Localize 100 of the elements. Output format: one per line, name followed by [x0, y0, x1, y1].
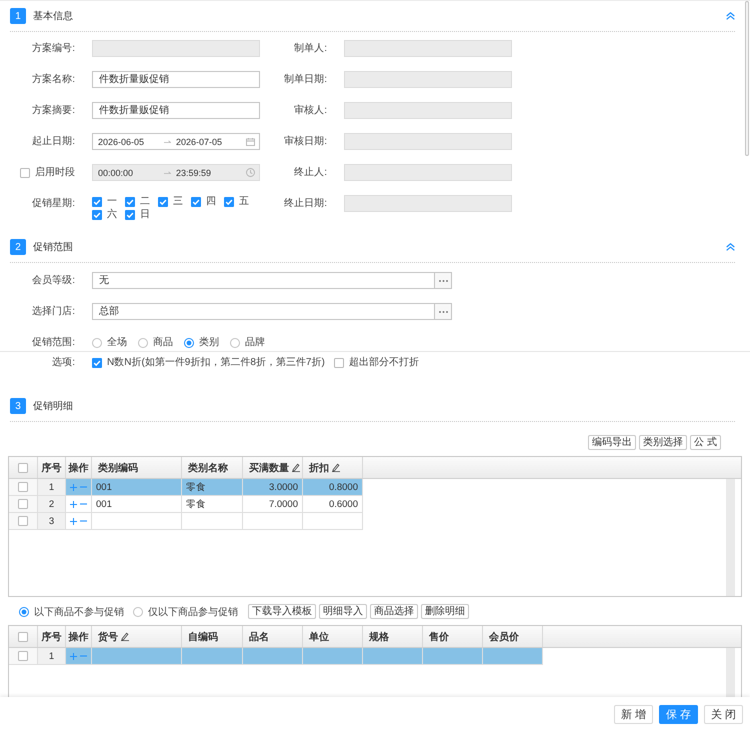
radio-button[interactable] [92, 338, 102, 348]
field-label: 选项: [52, 356, 75, 370]
plus-icon[interactable] [70, 518, 77, 524]
table-row[interactable]: 2 001 零食 7.0000 0.6000 [9, 496, 363, 513]
browse-button[interactable] [434, 272, 452, 289]
checkbox[interactable] [125, 196, 135, 206]
checkbox[interactable] [92, 358, 102, 368]
radio-button[interactable] [184, 338, 194, 348]
text-field[interactable]: 件数折量贩促销 [92, 71, 260, 88]
collapse-icon[interactable] [726, 243, 735, 251]
minus-icon[interactable] [80, 520, 87, 522]
checkbox-label[interactable]: 一 [107, 195, 117, 208]
end-date: 2026-07-05 [176, 136, 224, 146]
column-header: 类别名称 [188, 462, 228, 474]
start-date: 2026-06-05 [98, 136, 146, 146]
radio-label[interactable]: 商品 [153, 336, 173, 349]
radio-label[interactable]: 全场 [107, 336, 127, 349]
column-header: 操作 [68, 462, 88, 474]
toolbar-button[interactable]: 类别选择 [639, 435, 688, 450]
browse-button[interactable] [434, 303, 452, 320]
date-range-field[interactable]: 2026-06-05 2026-07-05 [92, 133, 260, 150]
minus-icon[interactable] [80, 486, 87, 488]
checkbox[interactable] [92, 196, 102, 206]
minus-icon[interactable] [80, 655, 87, 657]
toolbar-button[interactable]: 明细导入 [319, 604, 367, 619]
checkbox[interactable] [224, 196, 234, 206]
section-number: 1 [10, 8, 26, 24]
column-header: 序号 [42, 630, 62, 644]
plus-icon[interactable] [70, 484, 77, 490]
field-label: 方案名称: [32, 72, 75, 87]
checkbox[interactable] [334, 358, 344, 368]
radio-button[interactable] [138, 338, 148, 348]
scrollbar-track[interactable] [726, 648, 735, 697]
column-header: 序号 [42, 461, 62, 474]
plus-icon[interactable] [70, 652, 77, 660]
section-number: 2 [10, 239, 26, 255]
radio-label[interactable]: 仅以下商品参与促销 [148, 604, 238, 618]
footer-button[interactable]: 关 闭 [704, 705, 743, 724]
radio-button[interactable] [230, 338, 240, 348]
field-label: 制单日期: [284, 72, 327, 87]
field-label: 审核人: [294, 104, 327, 118]
toolbar-button[interactable]: 编码导出 [588, 435, 636, 450]
checkbox-label[interactable]: 三 [173, 195, 183, 208]
table-row[interactable]: 1 001 零食 3.0000 0.8000 [9, 479, 363, 496]
checkbox-label[interactable]: 四 [206, 195, 216, 208]
section-title: 基本信息 [33, 10, 73, 23]
footer-button[interactable]: 新 增 [614, 705, 653, 724]
checkbox-label[interactable]: 五 [239, 195, 249, 208]
radio-label[interactable]: 类别 [199, 336, 219, 349]
column-header: 折扣 [309, 462, 329, 474]
scrollbar-thumb[interactable] [745, 1, 749, 156]
radio-button[interactable] [133, 606, 143, 616]
minus-icon[interactable] [80, 503, 87, 505]
field-label: 终止日期: [284, 196, 327, 211]
row-number: 3 [38, 513, 66, 530]
checkbox[interactable] [158, 196, 168, 206]
column-header: 操作 [68, 630, 88, 644]
radio-button[interactable] [19, 606, 29, 616]
calendar-icon[interactable] [246, 138, 255, 146]
section-title: 促销范围 [33, 240, 73, 254]
section-title: 促销明细 [33, 400, 73, 413]
radio-label[interactable]: 品牌 [245, 336, 265, 349]
text-field[interactable]: 件数折量贩促销 [92, 102, 260, 119]
checkbox[interactable] [18, 651, 28, 661]
column-header: 类别编码 [98, 462, 138, 474]
checkbox[interactable] [191, 196, 201, 206]
text-field[interactable]: 无 [92, 272, 434, 289]
field-label: 制单人: [294, 42, 327, 56]
collapse-icon[interactable] [726, 12, 735, 20]
toolbar-button[interactable]: 商品选择 [370, 604, 418, 619]
plus-icon[interactable] [70, 500, 77, 508]
checkbox[interactable] [125, 210, 135, 220]
checkbox-label[interactable]: 二 [140, 195, 150, 208]
checkbox-label[interactable]: 超出部分不打折 [348, 356, 419, 369]
checkbox-label[interactable]: 六 [107, 208, 117, 221]
checkbox[interactable] [18, 516, 28, 526]
table-row[interactable]: 3 [9, 513, 363, 530]
field-label: 起止日期: [32, 134, 75, 149]
checkbox-label[interactable]: N数N折(如第一件9折扣，第二件8折，第三件7折) [107, 356, 325, 369]
checkbox[interactable] [18, 499, 28, 509]
toolbar-button[interactable]: 下载导入模板 [248, 604, 316, 619]
table-row[interactable]: 1 [9, 648, 543, 665]
checkbox[interactable] [18, 462, 28, 472]
column-header: 买满数量 [249, 462, 289, 474]
radio-label[interactable]: 以下商品不参与促销 [34, 604, 124, 618]
field-label: 方案摘要: [32, 104, 75, 118]
toolbar-button[interactable]: 公 式 [690, 435, 721, 450]
column-header: 规格 [369, 630, 389, 644]
row-number: 2 [38, 496, 66, 513]
checkbox-label[interactable]: 日 [140, 208, 150, 221]
checkbox[interactable] [18, 482, 28, 492]
field-label: 促销星期: [32, 196, 75, 211]
text-field[interactable]: 总部 [92, 303, 434, 320]
field-label: 选择门店: [32, 304, 75, 319]
field-label: 促销范围: [32, 336, 75, 350]
toolbar-button[interactable]: 删除明细 [421, 604, 469, 619]
field-label: 终止人: [294, 166, 327, 180]
checkbox[interactable] [18, 632, 28, 642]
checkbox[interactable] [92, 210, 102, 220]
scrollbar-track[interactable] [726, 479, 735, 596]
